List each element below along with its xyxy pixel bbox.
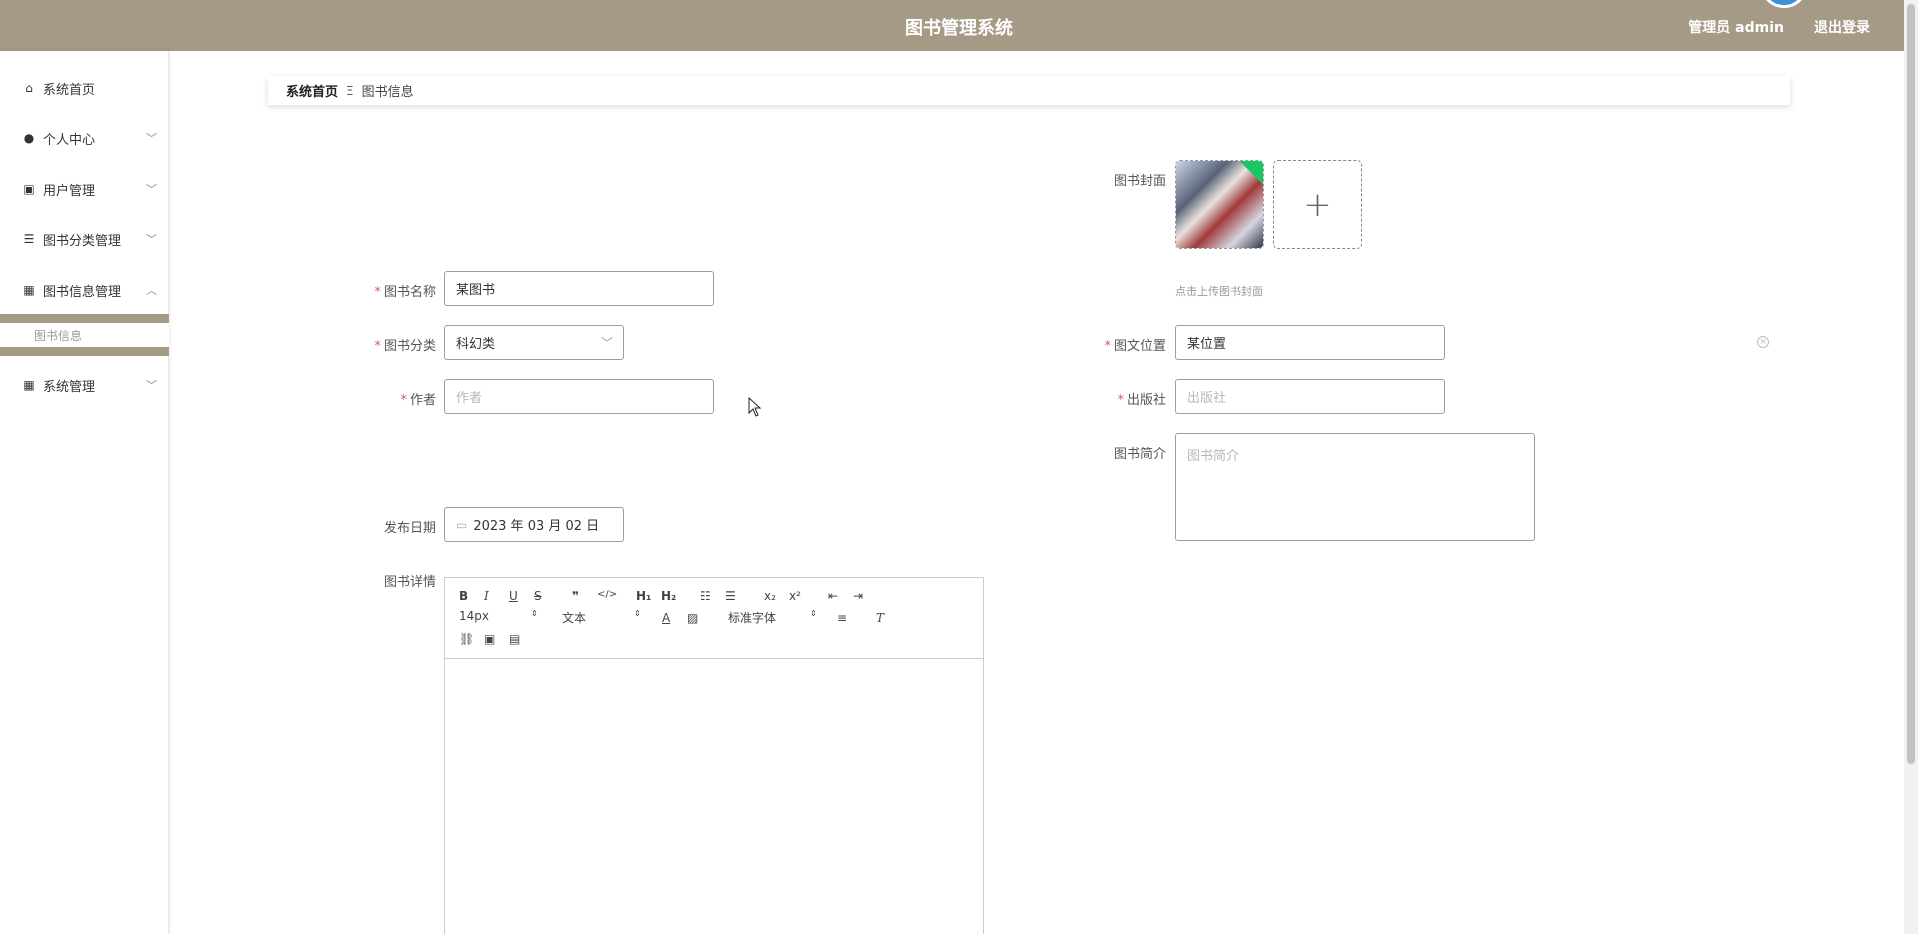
code-icon[interactable]: </> <box>597 589 617 600</box>
bold-icon[interactable]: B <box>459 589 468 603</box>
header-select[interactable]: 文本 ⇕ <box>562 609 641 626</box>
sidebar-item-label: 图书分类管理 <box>43 233 122 249</box>
image-icon[interactable]: ▣ <box>484 632 495 646</box>
sidebar-item-book-info[interactable]: ▦ 图书信息管理 ︿ <box>0 275 169 305</box>
calendar-icon: ▭ <box>456 517 468 532</box>
date-picker[interactable]: ▭ 2023 年 03 月 02 日 <box>444 507 624 542</box>
category-value: 科幻类 <box>456 337 496 352</box>
subscript-icon[interactable]: x₂ <box>764 589 776 603</box>
sidebar-item-label: 图书信息管理 <box>43 284 122 300</box>
breadcrumb: 系统首页 Ξ 图书信息 <box>268 76 1790 105</box>
chevron-down-icon: ﹀ <box>146 132 157 145</box>
avatar[interactable] <box>1760 0 1808 8</box>
clear-icon[interactable]: × <box>1757 336 1769 348</box>
sidebar-subitem-label: 图书信息 <box>34 328 83 343</box>
editor-toolbar: B I U S ❞ </> H₁ H₂ ☷ ☰ x₂ x² ⇤ ⇥ 14px ⇕ … <box>445 578 983 659</box>
font-family-select[interactable]: 标准字体 ⇕ <box>728 609 817 626</box>
chevron-down-icon: ﹀ <box>146 379 157 392</box>
intro-textarea[interactable]: 图书简介 <box>1175 433 1535 541</box>
outdent-icon[interactable]: ⇤ <box>828 589 838 603</box>
breadcrumb-home[interactable]: 系统首页 <box>286 81 338 100</box>
sidebar: ⌂ 系统首页 ● 个人中心 ﹀ ▣ 用户管理 ﹀ ☰ 图书分类管理 ﹀ ▦ 图书… <box>0 51 169 934</box>
location-value: 某位置 <box>1187 337 1227 352</box>
logout-button[interactable]: 退出登录 <box>1814 17 1870 37</box>
heading1-icon[interactable]: H₁ <box>636 589 651 603</box>
background-color-icon[interactable]: ▨ <box>687 611 698 625</box>
breadcrumb-current: 图书信息 <box>361 85 414 100</box>
publisher-placeholder: 出版社 <box>1187 391 1227 406</box>
sidebar-item-profile[interactable]: ● 个人中心 ﹀ <box>0 123 169 153</box>
superscript-icon[interactable]: x² <box>789 589 801 603</box>
page-scrollbar[interactable] <box>1904 0 1918 934</box>
author-label: * 作者 <box>400 393 436 408</box>
upload-button[interactable]: + <box>1273 160 1362 249</box>
plus-icon: + <box>1303 184 1332 225</box>
sidebar-item-users[interactable]: ▣ 用户管理 ﹀ <box>0 174 169 204</box>
ordered-list-icon[interactable]: ☷ <box>700 589 711 603</box>
sidebar-subitem-book-info[interactable]: 图书信息 <box>0 323 169 347</box>
author-input[interactable]: 作者 <box>444 379 714 414</box>
author-placeholder: 作者 <box>456 391 483 406</box>
publisher-label: * 出版社 <box>1117 393 1166 408</box>
chevron-down-icon: ﹀ <box>146 233 157 246</box>
grid-icon: ▦ <box>23 378 35 392</box>
submenu-divider <box>0 314 169 323</box>
date-label: 发布日期 <box>383 521 436 536</box>
sidebar-item-label: 用户管理 <box>43 183 96 199</box>
sidebar-item-home[interactable]: ⌂ 系统首页 <box>0 73 169 103</box>
scrollbar-thumb[interactable] <box>1907 4 1915 764</box>
category-select[interactable]: 科幻类 ﹀ <box>444 325 624 360</box>
sidebar-item-label: 系统管理 <box>43 379 96 395</box>
clipboard-icon: ▣ <box>23 182 35 196</box>
chevron-down-icon: ﹀ <box>600 336 613 350</box>
grid-icon: ▦ <box>23 283 35 297</box>
sidebar-item-label: 个人中心 <box>43 132 96 148</box>
date-value: 2023 年 03 月 02 日 <box>473 519 600 534</box>
chevron-down-icon: ﹀ <box>146 183 157 196</box>
breadcrumb-separator-icon: Ξ <box>346 83 354 98</box>
intro-placeholder: 图书简介 <box>1187 449 1240 464</box>
cover-image <box>1176 161 1263 248</box>
blockquote-icon[interactable]: ❞ <box>572 589 579 603</box>
upload-tip: 点击上传图书封面 <box>1175 285 1263 298</box>
align-icon[interactable]: ≡ <box>837 611 847 625</box>
font-size-select[interactable]: 14px ⇕ <box>459 609 538 623</box>
publisher-input[interactable]: 出版社 <box>1175 379 1445 414</box>
category-label: * 图书分类 <box>374 339 436 354</box>
location-label: * 图文位置 <box>1104 339 1166 354</box>
detail-label: 图书详情 <box>383 575 436 590</box>
book-name-input[interactable]: 某图书 <box>444 271 714 306</box>
list-icon: ☰ <box>23 232 35 246</box>
mouse-cursor-icon <box>748 397 762 417</box>
underline-icon[interactable]: U <box>509 589 518 603</box>
strikethrough-icon[interactable]: S <box>534 589 542 603</box>
sidebar-item-label: 系统首页 <box>43 82 96 98</box>
user-icon: ● <box>23 131 35 145</box>
indent-icon[interactable]: ⇥ <box>853 589 863 603</box>
heading2-icon[interactable]: H₂ <box>661 589 676 603</box>
video-icon[interactable]: ▤ <box>509 632 520 646</box>
italic-icon[interactable]: I <box>484 589 489 603</box>
font-color-icon[interactable]: A <box>662 611 670 625</box>
location-input[interactable]: 某位置 <box>1175 325 1445 360</box>
sidebar-item-system[interactable]: ▦ 系统管理 ﹀ <box>0 370 169 400</box>
clear-format-icon[interactable]: T <box>876 611 884 625</box>
user-name: 管理员 admin <box>1688 20 1784 36</box>
top-header: 图书管理系统 管理员 admin 退出登录 <box>0 0 1918 51</box>
submenu-divider <box>0 347 169 356</box>
name-label: * 图书名称 <box>374 285 436 300</box>
home-icon: ⌂ <box>25 81 33 95</box>
sidebar-item-categories[interactable]: ☰ 图书分类管理 ﹀ <box>0 224 169 254</box>
intro-label: 图书简介 <box>1113 447 1166 462</box>
link-icon[interactable]: ⛓ <box>459 632 474 646</box>
app-title: 图书管理系统 <box>905 18 1013 39</box>
book-name-value: 某图书 <box>456 283 496 298</box>
bullet-list-icon[interactable]: ☰ <box>725 589 736 603</box>
cover-label: 图书封面 <box>1113 174 1166 189</box>
rich-text-editor[interactable]: B I U S ❞ </> H₁ H₂ ☷ ☰ x₂ x² ⇤ ⇥ 14px ⇕ … <box>444 577 984 934</box>
chevron-up-icon: ︿ <box>146 284 157 297</box>
cover-thumbnail[interactable] <box>1175 160 1264 249</box>
